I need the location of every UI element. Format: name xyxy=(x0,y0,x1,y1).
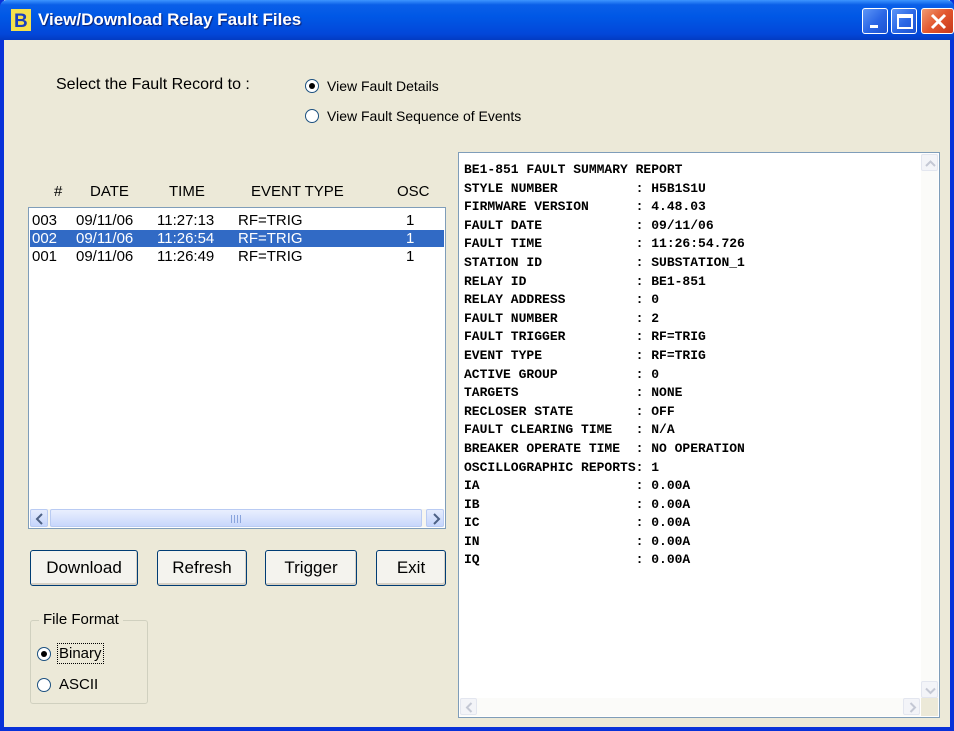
svg-text:B: B xyxy=(14,11,28,32)
radio-ascii[interactable]: ASCII xyxy=(37,676,98,693)
fault-record-list[interactable]: 003 09/11/06 11:27:13 RF=TRIG 1 002 09/1… xyxy=(28,207,446,529)
report-line: STATION ID : SUBSTATION_1 xyxy=(464,254,745,270)
radio-label: View Fault Details xyxy=(327,78,439,94)
list-item-selected[interactable]: 002 09/11/06 11:26:54 RF=TRIG 1 xyxy=(30,230,444,247)
cell-osc: 1 xyxy=(406,230,415,247)
cell-date: 09/11/06 xyxy=(76,212,134,229)
horizontal-scrollbar[interactable] xyxy=(460,698,920,716)
report-line: IB : 0.00A xyxy=(464,496,691,512)
radio-binary[interactable]: Binary xyxy=(37,643,104,664)
column-header-osc: OSC xyxy=(397,183,430,200)
cell-osc: 1 xyxy=(406,212,415,229)
chevron-left-icon xyxy=(465,702,473,713)
file-format-legend: File Format xyxy=(39,611,123,628)
scroll-thumb[interactable] xyxy=(50,509,422,527)
report-line: IA : 0.00A xyxy=(464,478,691,494)
report-line: FAULT NUMBER : 2 xyxy=(464,310,660,326)
select-record-label: Select the Fault Record to : xyxy=(56,76,250,93)
column-header-number: # xyxy=(54,183,63,200)
column-header-event-type: EVENT TYPE xyxy=(251,183,344,200)
cell-time: 11:26:54 xyxy=(157,230,215,247)
scroll-left-button[interactable] xyxy=(30,509,48,527)
radio-button[interactable] xyxy=(37,677,51,692)
report-line: FAULT CLEARING TIME : N/A xyxy=(464,422,675,438)
vertical-scrollbar[interactable] xyxy=(921,154,938,698)
horizontal-scrollbar[interactable] xyxy=(30,509,444,527)
close-button[interactable] xyxy=(921,8,954,34)
radio-label: View Fault Sequence of Events xyxy=(327,108,522,124)
list-item[interactable]: 001 09/11/06 11:26:49 RF=TRIG 1 xyxy=(30,248,444,265)
column-header-time: TIME xyxy=(169,183,205,200)
report-line: STYLE NUMBER : H5B1S1U xyxy=(464,180,706,196)
cell-number: 002 xyxy=(32,230,58,247)
radio-label: Binary xyxy=(57,643,104,664)
scrollbar-corner xyxy=(921,698,938,716)
title-bar[interactable]: B View/Download Relay Fault Files xyxy=(0,0,954,40)
radio-view-fault-details[interactable]: View Fault Details xyxy=(305,78,439,94)
refresh-button[interactable]: Refresh xyxy=(157,550,247,586)
report-line: BREAKER OPERATE TIME : NO OPERATION xyxy=(464,440,745,456)
report-line: IC : 0.00A xyxy=(464,515,691,531)
report-line: FIRMWARE VERSION : 4.48.03 xyxy=(464,199,706,215)
download-button[interactable]: Download xyxy=(30,550,138,586)
exit-button[interactable]: Exit xyxy=(376,550,446,586)
chevron-down-icon xyxy=(925,687,936,695)
cell-osc: 1 xyxy=(406,248,415,265)
close-icon xyxy=(930,13,947,30)
cell-date: 09/11/06 xyxy=(76,248,134,265)
radio-button[interactable] xyxy=(305,109,319,123)
report-line: FAULT DATE : 09/11/06 xyxy=(464,217,714,233)
report-line: ACTIVE GROUP : 0 xyxy=(464,366,660,382)
list-item[interactable]: 003 09/11/06 11:27:13 RF=TRIG 1 xyxy=(30,212,444,229)
report-line: BE1-851 FAULT SUMMARY REPORT xyxy=(464,162,683,177)
radio-button-checked[interactable] xyxy=(37,646,51,661)
report-line: RELAY ADDRESS : 0 xyxy=(464,292,660,308)
fault-report-text-area[interactable]: BE1-851 FAULT SUMMARY REPORT STYLE NUMBER… xyxy=(458,152,940,718)
window-title: View/Download Relay Fault Files xyxy=(38,10,302,29)
radio-view-fault-sequence[interactable]: View Fault Sequence of Events xyxy=(305,108,521,124)
chevron-up-icon xyxy=(925,160,936,167)
column-header-date: DATE xyxy=(90,183,129,200)
report-line: FAULT TRIGGER : RF=TRIG xyxy=(464,329,706,345)
cell-time: 11:27:13 xyxy=(157,212,215,229)
cell-event-type: RF=TRIG xyxy=(238,212,303,229)
report-line: RELAY ID : BE1-851 xyxy=(464,273,706,289)
app-logo-icon: B xyxy=(11,9,31,32)
chevron-right-icon xyxy=(909,702,917,713)
report-line: IQ : 0.00A xyxy=(464,552,691,568)
chevron-left-icon xyxy=(35,513,43,525)
cell-number: 001 xyxy=(32,248,58,265)
radio-button-checked[interactable] xyxy=(305,79,319,93)
main-window: B View/Download Relay Fault Files Select… xyxy=(0,0,954,731)
report-line: TARGETS : NONE xyxy=(464,385,683,401)
report-line: RECLOSER STATE : OFF xyxy=(464,403,675,419)
chevron-right-icon xyxy=(433,513,441,525)
cell-event-type: RF=TRIG xyxy=(238,230,303,247)
trigger-button[interactable]: Trigger xyxy=(265,550,357,586)
scroll-down-button[interactable] xyxy=(921,681,938,698)
maximize-button[interactable] xyxy=(891,8,917,34)
scroll-up-button[interactable] xyxy=(921,154,938,171)
report-line: EVENT TYPE : RF=TRIG xyxy=(464,347,706,363)
minimize-icon xyxy=(870,25,878,28)
report-line: OSCILLOGRAPHIC REPORTS: 1 xyxy=(464,459,660,475)
report-line: FAULT TIME : 11:26:54.726 xyxy=(464,236,745,252)
maximize-icon xyxy=(897,14,913,29)
cell-time: 11:26:49 xyxy=(157,248,215,265)
scroll-left-button[interactable] xyxy=(460,698,477,715)
report-line: IN : 0.00A xyxy=(464,533,691,549)
report-lines: BE1-851 FAULT SUMMARY REPORT STYLE NUMBER… xyxy=(464,161,745,570)
cell-event-type: RF=TRIG xyxy=(238,248,303,265)
radio-label: ASCII xyxy=(59,676,99,693)
scroll-right-button[interactable] xyxy=(426,509,444,527)
minimize-button[interactable] xyxy=(862,8,888,34)
scroll-right-button[interactable] xyxy=(903,698,920,715)
cell-number: 003 xyxy=(32,212,58,229)
cell-date: 09/11/06 xyxy=(76,230,134,247)
